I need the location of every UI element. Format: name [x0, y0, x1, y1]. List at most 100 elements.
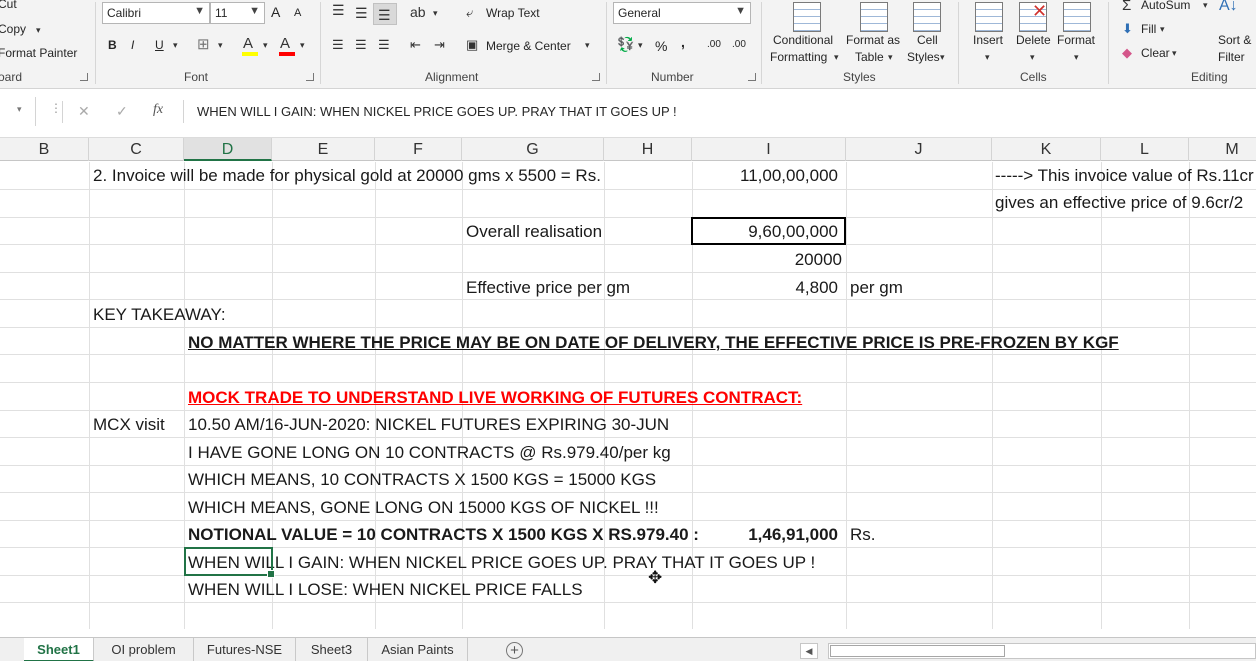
fill-button[interactable]: Fill	[1141, 22, 1156, 36]
cell-j14[interactable]: Rs.	[850, 521, 876, 548]
cut-button[interactable]: Cut	[0, 0, 17, 11]
percent-button[interactable]: %	[655, 38, 667, 54]
decrease-decimal-button[interactable]: .00	[732, 39, 746, 50]
bold-button[interactable]: B	[108, 38, 117, 52]
increase-decimal-button[interactable]: .00	[707, 39, 721, 50]
column-header-i[interactable]: I	[692, 138, 846, 161]
font-dialog-launcher[interactable]	[306, 73, 314, 81]
cell-d14[interactable]: NOTIONAL VALUE = 10 CONTRACTS X 1500 KGS…	[188, 521, 699, 548]
cell-c6[interactable]: KEY TAKEAWAY:	[93, 301, 226, 328]
grow-font-button[interactable]: A	[271, 4, 280, 20]
number-dialog-launcher[interactable]	[748, 73, 756, 81]
font-color-icon[interactable]: A	[279, 36, 295, 56]
cell-styles-label-1[interactable]: Cell	[917, 33, 938, 47]
align-right-icon[interactable]: ☰	[378, 38, 390, 51]
cell-i3[interactable]: 9,60,00,000	[692, 218, 838, 245]
resize-handle-icon[interactable]: ⋮	[50, 102, 62, 114]
active-cell-selection[interactable]	[184, 547, 275, 578]
chevron-down-icon[interactable]: ▾	[300, 41, 305, 50]
insert-button[interactable]: Insert	[973, 33, 1003, 47]
align-top-icon[interactable]: ☰	[332, 3, 345, 17]
sheet-tab-sheet3[interactable]: Sheet3	[296, 638, 368, 661]
copy-button[interactable]: Copy	[0, 22, 26, 36]
horizontal-scroll-thumb[interactable]	[830, 645, 1005, 657]
column-header-k[interactable]: K	[992, 138, 1101, 161]
cancel-entry-button[interactable]: ✕	[78, 104, 90, 118]
accounting-format-icon[interactable]: 💱	[617, 37, 634, 51]
align-middle-icon[interactable]: ☰	[355, 6, 368, 20]
align-center-icon[interactable]: ☰	[355, 38, 367, 51]
format-as-table-label-2[interactable]: Table	[855, 50, 884, 64]
chevron-down-icon[interactable]: ▾	[985, 53, 990, 62]
chevron-down-icon[interactable]: ▾	[1172, 49, 1177, 58]
sheet-tab-futures-nse[interactable]: Futures-NSE	[194, 638, 296, 661]
cell-i14[interactable]: 1,46,91,000	[692, 521, 838, 548]
column-header-l[interactable]: L	[1101, 138, 1189, 161]
scroll-left-button[interactable]: ◀	[800, 643, 818, 659]
column-header-h[interactable]: H	[604, 138, 692, 161]
column-header-e[interactable]: E	[272, 138, 375, 161]
borders-icon[interactable]: ⊞	[197, 37, 210, 52]
cell-d7[interactable]: NO MATTER WHERE THE PRICE MAY BE ON DATE…	[188, 329, 1119, 356]
font-size-select[interactable]: 11 ▼	[210, 2, 265, 24]
alignment-dialog-launcher[interactable]	[592, 73, 600, 81]
format-painter-button[interactable]: Format Painter	[0, 46, 77, 60]
conditional-formatting-label-2[interactable]: Formatting	[770, 50, 827, 64]
cell-d10[interactable]: 10.50 AM/16-JUN-2020: NICKEL FUTURES EXP…	[188, 411, 669, 438]
insert-function-button[interactable]: fx	[153, 103, 163, 117]
font-name-select[interactable]: Calibri ▼	[102, 2, 210, 24]
column-header-f[interactable]: F	[375, 138, 462, 161]
align-left-icon[interactable]: ☰	[332, 38, 344, 51]
conditional-formatting-label-1[interactable]: Conditional	[773, 33, 833, 47]
cell-g5[interactable]: Effective price per gm	[466, 274, 630, 301]
increase-indent-icon[interactable]: ⇥	[434, 38, 445, 51]
cell-g3[interactable]: Overall realisation	[466, 218, 602, 245]
underline-button[interactable]: U	[155, 38, 164, 52]
chevron-down-icon[interactable]: ▾	[585, 41, 590, 50]
chevron-down-icon[interactable]: ▾	[17, 105, 22, 114]
cell-d13[interactable]: WHICH MEANS, GONE LONG ON 15000 KGS OF N…	[188, 494, 659, 521]
format-as-table-label-1[interactable]: Format as	[846, 33, 900, 47]
italic-button[interactable]: I	[131, 38, 134, 52]
cell-i4[interactable]: 20000	[692, 246, 842, 273]
chevron-down-icon[interactable]: ▾	[218, 41, 223, 50]
fill-color-icon[interactable]: A	[242, 36, 258, 56]
column-header-b[interactable]: B	[0, 138, 89, 161]
comma-button[interactable]: ,	[681, 34, 685, 50]
orientation-icon[interactable]: ab	[410, 5, 426, 19]
cell-d9[interactable]: MOCK TRADE TO UNDERSTAND LIVE WORKING OF…	[188, 384, 802, 411]
chevron-down-icon[interactable]: ▾	[1030, 53, 1035, 62]
cell-j5[interactable]: per gm	[850, 274, 903, 301]
chevron-down-icon[interactable]: ▾	[940, 53, 945, 62]
column-header-c[interactable]: C	[89, 138, 184, 161]
cell-i5[interactable]: 4,800	[692, 274, 838, 301]
chevron-down-icon[interactable]: ▾	[173, 41, 178, 50]
chevron-down-icon[interactable]: ▾	[834, 53, 839, 62]
cell-c10[interactable]: MCX visit	[93, 411, 165, 438]
clipboard-dialog-launcher[interactable]	[80, 73, 88, 81]
sheet-tab-oi-problem[interactable]: OI problem	[94, 638, 194, 661]
sheet-tab-asian-paints[interactable]: Asian Paints	[368, 638, 468, 661]
chevron-down-icon[interactable]: ▾	[433, 9, 438, 18]
cell-d12[interactable]: WHICH MEANS, 10 CONTRACTS X 1500 KGS = 1…	[188, 466, 656, 493]
chevron-down-icon[interactable]: ▾	[1160, 25, 1165, 34]
number-format-select[interactable]: General ▼	[613, 2, 751, 24]
sort-filter-label-2[interactable]: Filter	[1218, 50, 1245, 64]
chevron-down-icon[interactable]: ▾	[1203, 1, 1208, 10]
cell-k2[interactable]: gives an effective price of 9.6cr/2	[995, 189, 1243, 216]
clear-button[interactable]: Clear	[1141, 46, 1170, 60]
cell-d16[interactable]: WHEN WILL I LOSE: WHEN NICKEL PRICE FALL…	[188, 576, 583, 603]
cell-styles-label-2[interactable]: Styles	[907, 50, 940, 64]
chevron-down-icon[interactable]: ▾	[1074, 53, 1079, 62]
enter-entry-button[interactable]: ✓	[116, 104, 128, 118]
cell-d15[interactable]: WHEN WILL I GAIN: WHEN NICKEL PRICE GOES…	[188, 549, 815, 576]
cell-grid[interactable]: 2. Invoice will be made for physical gol…	[0, 162, 1256, 629]
decrease-indent-icon[interactable]: ⇤	[410, 38, 421, 51]
column-header-d[interactable]: D	[184, 138, 272, 161]
wrap-text-button[interactable]: Wrap Text	[486, 6, 540, 20]
chevron-down-icon[interactable]: ▾	[263, 41, 268, 50]
autosum-button[interactable]: AutoSum	[1141, 0, 1190, 12]
column-header-j[interactable]: J	[846, 138, 992, 161]
sort-filter-label-1[interactable]: Sort &	[1218, 33, 1251, 47]
delete-button[interactable]: Delete	[1016, 33, 1051, 47]
